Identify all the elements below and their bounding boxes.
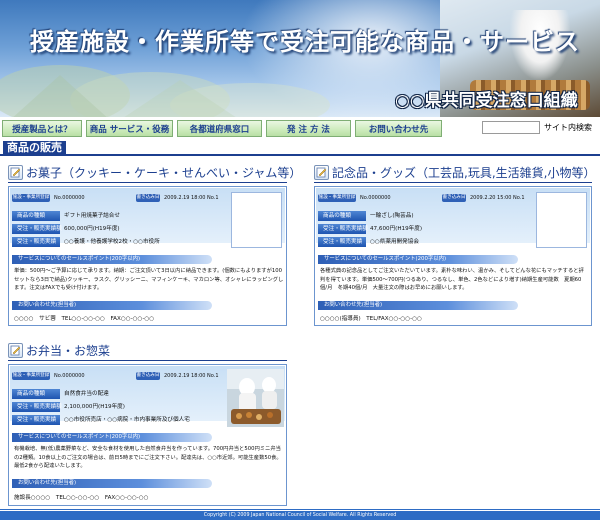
page-title: 授産施設・作業所等で受注可能な商品・サービス <box>30 28 580 56</box>
product-card-bento: 施設・事業所登録 No.0000000 書き込み日 2009.2.19 18:0… <box>8 364 287 506</box>
product-card-goods: 施設・事業所登録 No.0000000 書き込み日 2009.2.20 15:0… <box>314 186 592 326</box>
category-sweets[interactable]: お菓子（クッキー・ケーキ・せんべい・ジャム等） <box>8 164 301 181</box>
field-value-product-type: 一輪ざし(陶芸品) <box>370 213 414 219</box>
nav-item-contact[interactable]: お問い合わせ先 <box>355 120 442 137</box>
nav-item-prefecture-windows[interactable]: 各都道府県窓口 <box>177 120 262 137</box>
bento-kitchen-photo <box>227 369 284 427</box>
contact-text: ○○○○ サビ蓉 TEL○○-○○-○○ FAX○○-○○-○○ <box>14 316 155 322</box>
organization-name: ○○県共同受注窓口組織 <box>395 91 578 111</box>
updated-date: 2009.2.20 15:00 No.1 <box>470 195 525 201</box>
field-value-sales-amount: 47,600円(H19年度) <box>370 226 423 232</box>
reg-label-badge: 施設・事業所登録 <box>12 194 50 202</box>
sales-point-text: 有機栽培、無(低)農薬野菜など、安全な食材を使用した自然食弁当を作っています。7… <box>14 446 282 469</box>
header-banner: 授産施設・作業所等で受注可能な商品・サービス ○○県共同受注窓口組織 <box>0 0 600 117</box>
field-value-sales-record: ○○市役所売店・○○病院・市内事業所及び個人宅 <box>64 417 190 423</box>
field-value-sales-record: ○○養護・他養護学校2校・○○市役所 <box>64 239 160 245</box>
category-underline <box>314 182 592 183</box>
field-value-sales-amount: 600,000円(H19年度) <box>64 226 120 232</box>
reg-number: No.0000000 <box>360 195 391 201</box>
nav-item-order-method[interactable]: 発 注 方 法 <box>266 120 351 137</box>
updated-date: 2009.2.19 18:00 No.1 <box>164 373 219 379</box>
section-title: 商品の販売 <box>3 141 66 155</box>
reg-number: No.0000000 <box>54 373 85 379</box>
field-value-product-type: ギフト用焼菓子詰合せ <box>64 213 120 219</box>
reg-label-badge: 施設・事業所登録 <box>318 194 356 202</box>
nav-item-products-services[interactable]: 商品 サービス・役務 <box>86 120 173 137</box>
sales-point-header: サービスについてのセールスポイント(200字以内) <box>318 255 518 264</box>
reg-number: No.0000000 <box>54 195 85 201</box>
footer-copyright: Copyright (C) 2009 Japan National Counci… <box>0 511 600 520</box>
updated-label-badge: 書き込み日 <box>136 372 160 380</box>
sales-point-text: 各種式典の記念品としてご注文いただいています。素朴な味わい、温かみ、そしてどんな… <box>320 268 584 291</box>
sales-point-text: 単価：500円～ご予算に応じて承ります。納期：ご注文頂いて3日以内に納品できます… <box>14 268 284 291</box>
reg-label-badge: 施設・事業所登録 <box>12 372 50 380</box>
product-image-placeholder <box>536 192 587 248</box>
field-value-sales-amount: 2,100,000円(H19年度) <box>64 404 125 410</box>
product-image-placeholder <box>231 192 282 248</box>
category-label: お菓子（クッキー・ケーキ・せんべい・ジャム等） <box>26 166 302 180</box>
updated-label-badge: 書き込み日 <box>442 194 466 202</box>
field-label-sales-amount: 受注・販売実績額 <box>12 402 62 412</box>
site-search-label[interactable]: サイト内検索 <box>544 122 592 133</box>
field-value-sales-record: ○○県薬用開発協会 <box>370 239 419 245</box>
pencil-note-icon <box>8 165 23 180</box>
category-bento[interactable]: お弁当・お惣菜 <box>8 342 110 359</box>
category-underline <box>8 360 287 361</box>
category-label: 記念品・グッズ（工芸品,玩具,生活雑貨,小物等） <box>332 166 596 180</box>
category-label: お弁当・お惣菜 <box>26 344 111 358</box>
site-search-input[interactable] <box>482 121 540 134</box>
field-label-product-type: 商品の種類 <box>12 211 60 221</box>
updated-label-badge: 書き込み日 <box>136 194 160 202</box>
nav-item-about-products[interactable]: 授産製品とは？ <box>2 120 82 137</box>
contact-header: お問い合わせ先(担当者) <box>12 301 212 310</box>
field-label-sales-amount: 受注・販売実績額 <box>12 224 62 234</box>
field-label-sales-record: 受注・販売実績 <box>318 237 366 247</box>
product-card-sweets: 施設・事業所登録 No.0000000 書き込み日 2009.2.19 18:0… <box>8 186 287 326</box>
main-nav: 授産製品とは？ 商品 サービス・役務 各都道府県窓口 発 注 方 法 お問い合わ… <box>0 118 600 139</box>
field-label-product-type: 商品の種類 <box>12 389 60 399</box>
field-value-product-type: 自然食弁当の配達 <box>64 391 109 397</box>
pencil-note-icon <box>314 165 329 180</box>
category-underline <box>8 182 287 183</box>
contact-text: ○○○○(指導員) TEL/FAX○○-○○-○○ <box>320 316 422 322</box>
contact-header: お問い合わせ先(担当者) <box>12 479 212 488</box>
section-underline <box>0 154 600 156</box>
contact-text: 施設長○○○○ TEL○○-○○-○○ FAX○○-○○-○○ <box>14 495 149 501</box>
footer-divider <box>0 509 600 510</box>
field-label-sales-record: 受注・販売実績 <box>12 415 60 425</box>
sales-point-header: サービスについてのセールスポイント(200字以内) <box>12 433 212 442</box>
contact-header: お問い合わせ先(担当者) <box>318 301 518 310</box>
updated-date: 2009.2.19 18:00 No.1 <box>164 195 219 201</box>
field-label-sales-record: 受注・販売実績 <box>12 237 60 247</box>
category-goods[interactable]: 記念品・グッズ（工芸品,玩具,生活雑貨,小物等） <box>314 164 595 181</box>
field-label-sales-amount: 受注・販売実績額 <box>318 224 368 234</box>
field-label-product-type: 商品の種類 <box>318 211 366 221</box>
sales-point-header: サービスについてのセールスポイント(200字以内) <box>12 255 212 264</box>
pencil-note-icon <box>8 343 23 358</box>
